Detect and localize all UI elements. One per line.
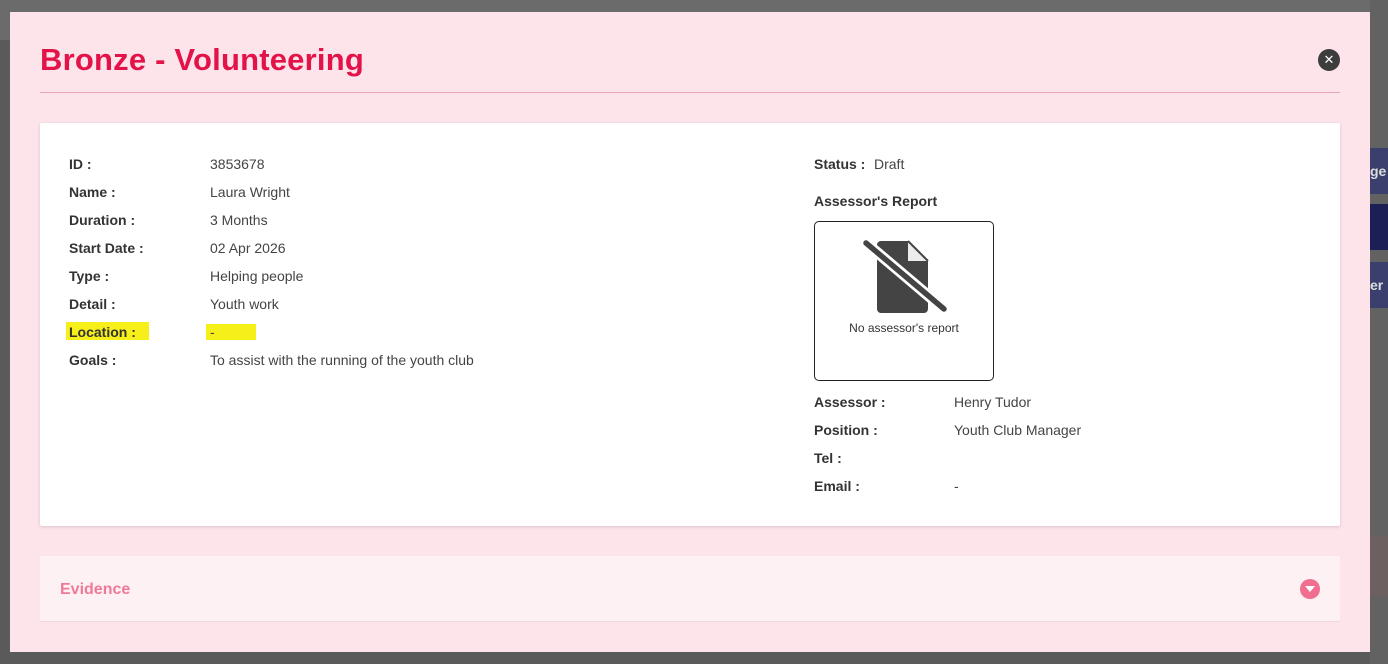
email-label: Email : bbox=[814, 478, 860, 494]
duration-label: Duration : bbox=[69, 212, 136, 228]
position-value: Youth Club Manager bbox=[954, 422, 1082, 438]
name-label: Name : bbox=[69, 184, 116, 200]
id-label: ID : bbox=[69, 156, 92, 172]
tel-label: Tel : bbox=[814, 450, 842, 466]
assessor-report-title: Assessor's Report bbox=[814, 193, 938, 209]
modal-header: Bronze - Volunteering ✕ bbox=[40, 12, 1340, 93]
location-value: - bbox=[210, 324, 215, 340]
type-label: Type : bbox=[69, 268, 110, 284]
background-button-2 bbox=[1370, 204, 1388, 250]
type-value: Helping people bbox=[210, 268, 304, 284]
evidence-accordion[interactable]: Evidence bbox=[40, 556, 1340, 622]
start-date-value: 02 Apr 2026 bbox=[210, 240, 286, 256]
background-button-3-label: er bbox=[1370, 277, 1384, 293]
background-button-1-label: ge bbox=[1370, 163, 1387, 179]
assessor-value: Henry Tudor bbox=[954, 394, 1032, 410]
activity-modal: Bronze - Volunteering ✕ ID : 3853678 Nam… bbox=[10, 12, 1370, 652]
duration-value: 3 Months bbox=[210, 212, 268, 228]
status-value: Draft bbox=[874, 156, 905, 172]
detail-value: Youth work bbox=[210, 296, 279, 312]
assessor-report-empty-text: No assessor's report bbox=[849, 321, 959, 335]
chevron-down-icon bbox=[1305, 586, 1315, 592]
status-label: Status : bbox=[814, 156, 866, 172]
start-date-label: Start Date : bbox=[69, 240, 144, 256]
modal-title: Bronze - Volunteering bbox=[40, 42, 364, 77]
position-label: Position : bbox=[814, 422, 878, 438]
evidence-toggle-button[interactable] bbox=[1300, 579, 1320, 599]
location-label: Location : bbox=[69, 324, 136, 340]
activity-details-card: ID : 3853678 Name : Laura Wright Duratio… bbox=[40, 123, 1340, 526]
assessor-label: Assessor : bbox=[814, 394, 886, 410]
goals-label: Goals : bbox=[69, 352, 117, 368]
detail-label: Detail : bbox=[69, 296, 116, 312]
name-value: Laura Wright bbox=[210, 184, 290, 200]
email-value: - bbox=[954, 478, 959, 494]
no-file-icon bbox=[860, 237, 950, 315]
id-value: 3853678 bbox=[210, 156, 265, 172]
goals-value: To assist with the running of the youth … bbox=[210, 352, 474, 368]
close-icon: ✕ bbox=[1323, 52, 1335, 67]
evidence-title: Evidence bbox=[60, 581, 131, 598]
assessor-report-tile[interactable]: No assessor's report bbox=[814, 221, 994, 381]
background-block bbox=[1370, 536, 1388, 596]
close-button[interactable]: ✕ bbox=[1318, 49, 1340, 71]
